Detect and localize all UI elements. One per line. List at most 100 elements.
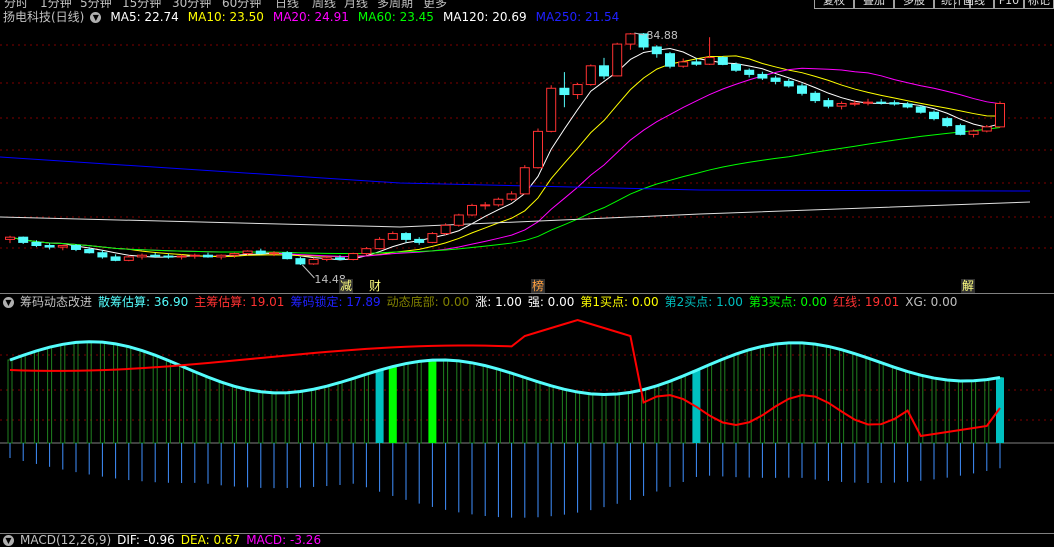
candle-body: [150, 254, 161, 257]
main-chips-red-line: [9, 318, 1001, 438]
indicator-bar: [258, 391, 264, 444]
indicator-bar: [495, 368, 501, 444]
candle-body: [361, 248, 372, 255]
indicator-bar: [350, 377, 356, 444]
candle-body: [717, 57, 728, 65]
indicator-bar: [548, 385, 554, 444]
candle-body: [691, 61, 702, 65]
indicator-lines: [9, 318, 1001, 438]
candle-body: [744, 69, 755, 75]
indicator-bar: [205, 376, 211, 444]
ma5-line: [9, 48, 1001, 261]
indicator-bar: [337, 381, 343, 444]
candle-body: [216, 254, 227, 258]
dynamic-bottom: 动态底部: 0.00: [386, 295, 470, 309]
candle-body: [308, 258, 319, 265]
indicator-bar: [720, 358, 726, 444]
buy-point-2: 第2买点: 1.00: [664, 295, 743, 309]
indicator-bar: [443, 359, 449, 444]
chart-canvas[interactable]: 84.8814.48: [0, 0, 1054, 543]
indicator-bar: [192, 371, 198, 444]
dropdown-icon[interactable]: ▼: [3, 297, 14, 308]
candle-body: [599, 65, 609, 77]
indicator-bar: [984, 379, 990, 444]
indicator-bar: [218, 381, 224, 444]
candle-body: [18, 236, 29, 243]
candle-body: [797, 85, 807, 94]
indicator-bar: [271, 392, 277, 444]
indicator-bar: [535, 381, 541, 444]
indicator-bar: [7, 359, 13, 444]
candle-body: [585, 65, 596, 86]
ma10-line: [9, 55, 1001, 258]
candle-body: [770, 77, 781, 82]
indicator-bar: [20, 354, 26, 444]
candle-body: [665, 53, 675, 67]
indicator-bar: [165, 359, 171, 444]
indicator-bar: [47, 346, 53, 444]
indicator-bar: [60, 343, 66, 444]
event-marker-board[interactable]: 榜: [531, 279, 546, 293]
indicator-bar: [627, 391, 633, 444]
indicator-bar: [575, 391, 581, 444]
indicator-bar: [852, 353, 858, 444]
indicator-bar: [363, 373, 369, 444]
indicator-bar: [707, 364, 713, 444]
indicator-bar: [905, 371, 911, 444]
high-label: 84.88: [646, 29, 678, 42]
indicator-bar: [667, 380, 673, 444]
candle-body: [612, 43, 623, 77]
indicator-bar: [561, 388, 567, 444]
candle-body: [242, 250, 253, 255]
candle-body: [453, 214, 464, 226]
candle-body: [757, 73, 768, 79]
indicator-bar: [86, 341, 92, 444]
ma120-line: [0, 201, 1031, 228]
indicator-bar: [297, 391, 303, 444]
candle-body: [5, 236, 15, 240]
candle-body: [929, 111, 939, 120]
indicator-bar: [231, 385, 237, 444]
dropdown-icon[interactable]: ▼: [3, 535, 14, 546]
indicator-bar: [403, 363, 409, 444]
event-marker-unlock[interactable]: 解: [961, 279, 976, 293]
candle-body: [995, 102, 1005, 128]
indicator-bar: [865, 357, 871, 444]
event-marker-reduce[interactable]: 减: [339, 279, 354, 293]
candle-body: [123, 256, 134, 261]
buy-signal-bar: [428, 360, 437, 443]
low-pointer: [302, 264, 315, 279]
candle-body: [137, 254, 147, 258]
candle-body: [440, 224, 451, 235]
candle-body: [942, 118, 953, 127]
candle-body: [704, 57, 715, 65]
indicator-bar: [139, 350, 145, 444]
candle-body: [44, 245, 55, 248]
indicator-bar: [324, 385, 330, 444]
indicator-bar: [73, 341, 79, 444]
strong-value: 强: 0.00: [527, 295, 575, 309]
candle-body: [981, 126, 992, 132]
indicator-legend: ▼ 筹码动态改进 散筹估算: 36.90 主筹估算: 19.01 筹码锁定: 17.89…: [0, 294, 963, 311]
candle-body: [427, 233, 438, 243]
candle-body: [335, 257, 345, 260]
indicator-bar: [733, 353, 739, 444]
indicator-bar: [284, 392, 290, 444]
candle-body: [295, 258, 306, 265]
indicator-bar: [311, 388, 317, 444]
candle-body: [678, 61, 689, 67]
candle-body: [783, 80, 794, 87]
candlesticks: [5, 33, 1005, 265]
macd-name: MACD(12,26,9): [20, 533, 112, 547]
price-grid: [0, 44, 1054, 249]
ma250-line: [0, 156, 1031, 192]
candle-body: [269, 252, 279, 255]
indicator-bar: [482, 365, 488, 444]
candle-body: [559, 87, 570, 96]
ma20-line: [9, 67, 1001, 257]
event-marker-finance[interactable]: 财: [368, 279, 382, 293]
candle-body: [572, 84, 583, 96]
indicator-bar: [113, 343, 119, 444]
indicator-bar: [601, 394, 607, 444]
indicator-bar: [456, 360, 462, 444]
